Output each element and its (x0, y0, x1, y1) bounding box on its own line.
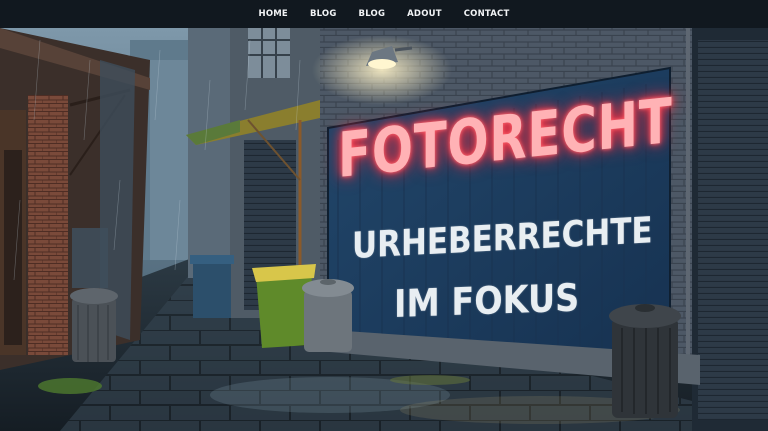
top-navigation: HOME BLOG BLOG ADOUT CONTACT (0, 0, 768, 28)
nav-contact-link[interactable]: CONTACT (464, 9, 510, 19)
trash-can-right (609, 304, 681, 418)
mural-heading-line-2: IM FOKUS (394, 275, 580, 326)
trash-can-center (302, 279, 354, 352)
nav-blog-link-2[interactable]: BLOG (359, 9, 386, 19)
blue-bin (190, 255, 234, 318)
hero-image: FOTORECHT URHEBERRECHTE IM FOKUS (0, 0, 768, 431)
nav-home-link[interactable]: HOME (259, 9, 288, 19)
alley-scene-illustration (0, 28, 768, 431)
nav-blog-link[interactable]: BLOG (310, 9, 337, 19)
trash-can-left (70, 288, 118, 362)
nav-about-link[interactable]: ADOUT (407, 9, 442, 19)
